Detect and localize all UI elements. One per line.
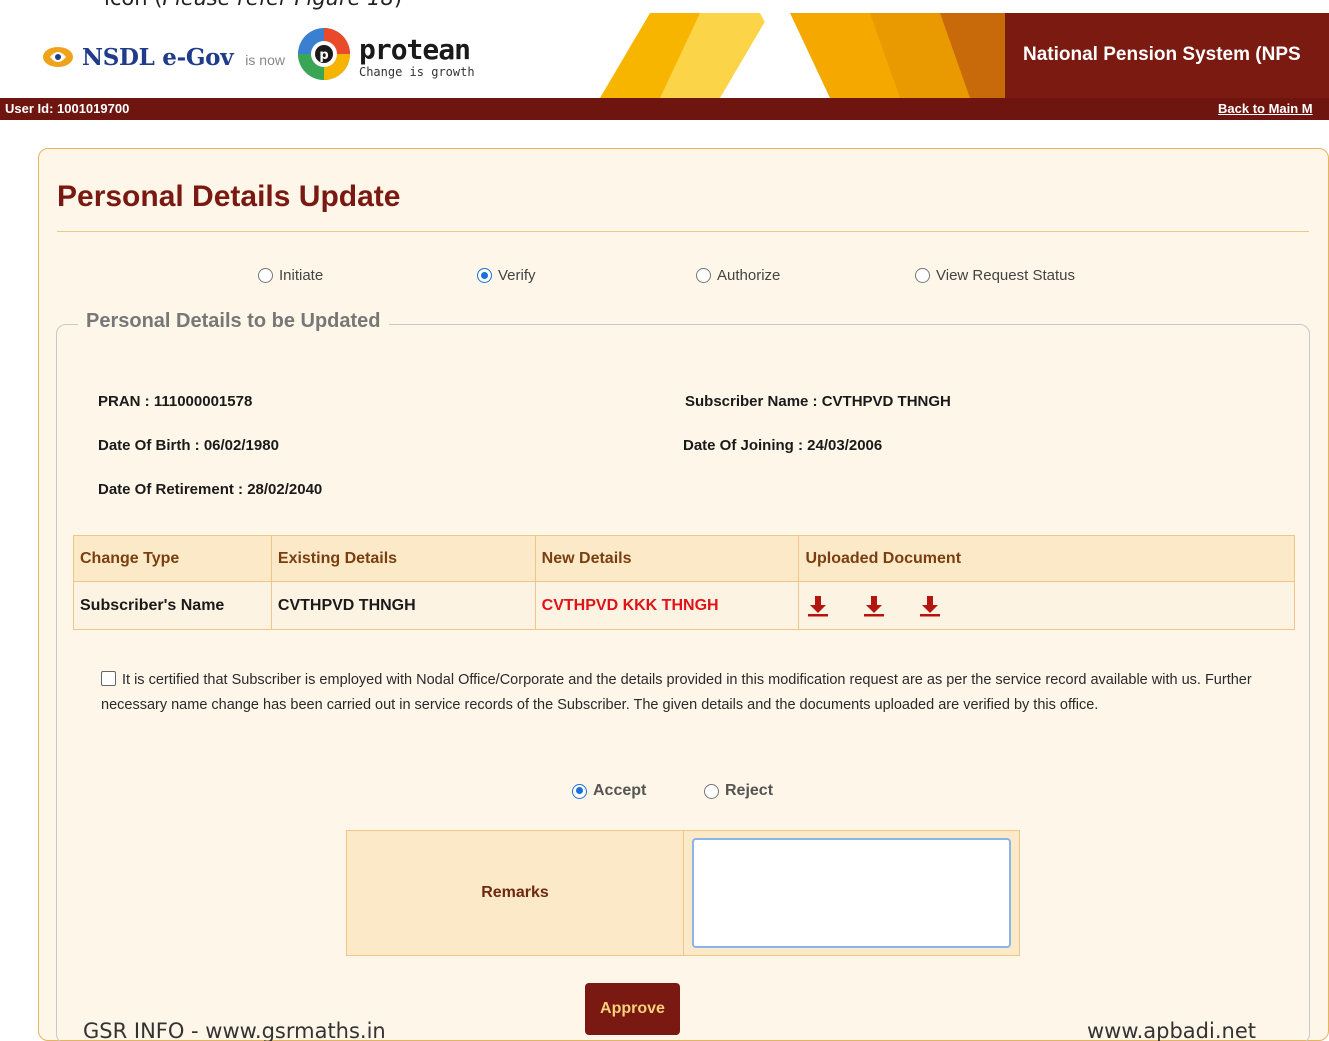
header-logos: NSDL e-Gov is now p protean Change is gr…	[42, 28, 475, 83]
radio-button[interactable]	[258, 268, 273, 283]
document-caption: icon (Please refer Figure 18)	[104, 0, 402, 10]
radio-accept[interactable]: Accept	[572, 782, 646, 800]
protean-logo-icon: p	[297, 28, 350, 80]
pran-value: PRAN : 111000001578	[98, 393, 253, 410]
radio-button[interactable]	[477, 268, 492, 283]
table-header-row: Change Type Existing Details New Details…	[73, 535, 1295, 582]
radio-button[interactable]	[915, 268, 930, 283]
remarks-textarea[interactable]	[692, 838, 1011, 948]
radio-button[interactable]	[696, 268, 711, 283]
radio-button[interactable]	[704, 783, 719, 799]
user-bar: User Id: 1001019700 Back to Main M	[0, 98, 1329, 120]
header-banner: NSDL e-Gov is now p protean Change is gr…	[0, 13, 1329, 98]
page-title: Personal Details Update	[57, 180, 401, 213]
certify-checkbox[interactable]	[101, 671, 116, 686]
uploaded-documents-cell	[798, 581, 1295, 630]
certification-block: It is certified that Subscriber is emplo…	[101, 668, 1301, 718]
date-of-birth-value: Date Of Birth : 06/02/1980	[98, 437, 279, 454]
column-header: New Details	[534, 535, 800, 582]
column-header: Existing Details	[270, 535, 536, 582]
svg-text:p: p	[319, 48, 328, 63]
nsdl-brand: NSDL e-Gov	[82, 43, 234, 71]
fieldset-legend: Personal Details to be Updated	[78, 310, 389, 333]
header-title: National Pension System (NPS	[1023, 44, 1301, 65]
table-row: Subscriber's Name CVTHPVD THNGH CVTHPVD …	[73, 581, 1295, 630]
change-type-cell: Subscriber's Name	[73, 581, 272, 630]
change-details-table: Change Type Existing Details New Details…	[73, 535, 1295, 630]
approve-button[interactable]: Approve	[585, 983, 680, 1035]
user-id: User Id: 1001019700	[5, 101, 130, 116]
subscriber-name-value: Subscriber Name : CVTHPVD THNGH	[685, 393, 951, 410]
certification-text: It is certified that Subscriber is emplo…	[101, 672, 1252, 713]
title-divider	[57, 231, 1309, 232]
radio-authorize[interactable]: Authorize	[696, 267, 780, 284]
nsdl-logo-icon	[43, 47, 73, 67]
back-to-main-link[interactable]: Back to Main M	[1218, 101, 1313, 116]
remarks-label: Remarks	[347, 831, 684, 955]
date-of-retirement-value: Date Of Retirement : 28/02/2040	[98, 481, 323, 498]
existing-details-cell: CVTHPVD THNGH	[270, 581, 536, 630]
watermark-left: GSR INFO - www.gsrmaths.in	[83, 1019, 386, 1041]
radio-button[interactable]	[572, 783, 587, 799]
protean-tagline: Change is growth	[358, 65, 475, 79]
download-icon[interactable]	[861, 593, 887, 619]
protean-brand: protean	[358, 33, 471, 66]
date-of-joining-value: Date Of Joining : 24/03/2006	[683, 437, 883, 454]
column-header: Change Type	[73, 535, 272, 582]
radio-view-request-status[interactable]: View Request Status	[915, 267, 1075, 284]
new-details-cell: CVTHPVD KKK THNGH	[534, 581, 800, 630]
download-icon[interactable]	[917, 593, 943, 619]
remarks-row: Remarks	[346, 830, 1020, 956]
radio-initiate[interactable]: Initiate	[258, 267, 323, 284]
watermark-right: www.apbadi.net	[1087, 1019, 1256, 1041]
radio-verify[interactable]: Verify	[477, 267, 536, 284]
column-header: Uploaded Document	[798, 535, 1295, 582]
download-icon[interactable]	[805, 593, 831, 619]
radio-reject[interactable]: Reject	[704, 782, 773, 800]
is-now-label: is now	[245, 51, 285, 68]
